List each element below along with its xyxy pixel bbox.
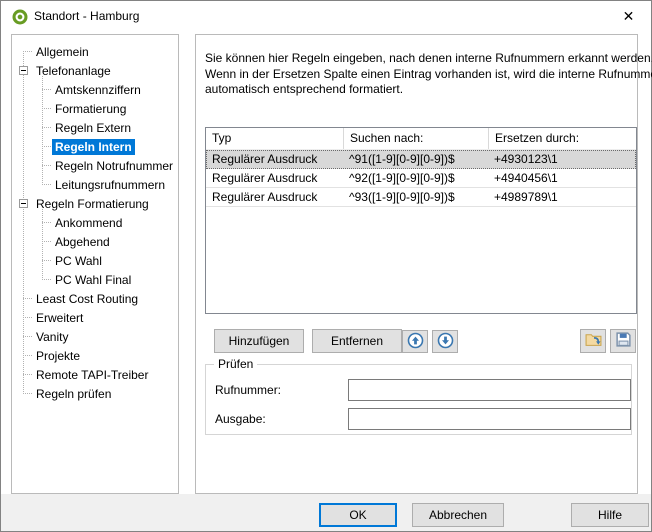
- help-button[interactable]: Hilfe: [571, 503, 649, 527]
- tree-item-regeln-intern[interactable]: Regeln Intern: [52, 137, 135, 156]
- tree-item-amtskennziffern[interactable]: Amtskennziffern: [52, 80, 144, 99]
- tree-connector-line: [42, 209, 43, 280]
- tree-item-regeln-pruefen[interactable]: Regeln prüfen: [33, 384, 114, 403]
- tree-item-pc-wahl-final[interactable]: PC Wahl Final: [52, 270, 134, 289]
- tree-item-regeln-notrufnummer[interactable]: Regeln Notrufnummer: [52, 156, 176, 175]
- rules-table-header: Typ Suchen nach: Ersetzen durch:: [206, 128, 636, 150]
- check-groupbox-title: Prüfen: [214, 357, 257, 371]
- table-row[interactable]: Regulärer Ausdruck ^91([1-9][0-9][0-9])$…: [206, 150, 636, 169]
- tree-item-telefonanlage[interactable]: Telefonanlage: [33, 61, 114, 80]
- rules-intern-page: Sie können hier Regeln eingeben, nach de…: [195, 34, 638, 494]
- phone-number-input[interactable]: [348, 379, 631, 401]
- tree-item-formatierung[interactable]: Formatierung: [52, 99, 129, 118]
- move-down-button[interactable]: [432, 330, 458, 353]
- tree-item-regeln-formatierung[interactable]: Regeln Formatierung: [33, 194, 152, 213]
- table-row[interactable]: Regulärer Ausdruck ^93([1-9][0-9][0-9])$…: [206, 188, 636, 207]
- rules-table[interactable]: Typ Suchen nach: Ersetzen durch: Regulär…: [205, 127, 637, 314]
- app-target-icon: [12, 9, 28, 25]
- output-label: Ausgabe:: [215, 412, 266, 426]
- tree-item-allgemein[interactable]: Allgemein: [33, 42, 92, 61]
- dialog-footer: OK Abbrechen Hilfe: [1, 494, 651, 531]
- output-input[interactable]: [348, 408, 631, 430]
- arrow-down-circle-icon: [437, 332, 454, 352]
- tree-item-pc-wahl[interactable]: PC Wahl: [52, 251, 105, 270]
- folder-import-icon: [585, 331, 602, 351]
- tree-connector-line: [23, 51, 24, 394]
- import-rules-button[interactable]: [580, 329, 606, 353]
- page-description: Sie können hier Regeln eingeben, nach de…: [205, 51, 652, 98]
- move-up-button[interactable]: [402, 330, 428, 353]
- minus-box-icon[interactable]: [19, 66, 28, 75]
- tree-item-least-cost-routing[interactable]: Least Cost Routing: [33, 289, 141, 308]
- floppy-save-icon: [615, 331, 632, 351]
- settings-tree-panel: Allgemein Telefonanlage Amtskennziffern …: [11, 34, 179, 494]
- remove-button[interactable]: Entfernen: [312, 329, 402, 353]
- tree-item-projekte[interactable]: Projekte: [33, 346, 83, 365]
- close-icon[interactable]: ✕: [606, 1, 651, 31]
- table-row[interactable]: Regulärer Ausdruck ^92([1-9][0-9][0-9])$…: [206, 169, 636, 188]
- tree-item-vanity[interactable]: Vanity: [33, 327, 71, 346]
- settings-tree: Allgemein Telefonanlage Amtskennziffern …: [12, 35, 178, 493]
- save-rules-button[interactable]: [610, 329, 636, 353]
- add-button[interactable]: Hinzufügen: [214, 329, 304, 353]
- column-header-typ[interactable]: Typ: [206, 128, 343, 149]
- tree-item-ankommend[interactable]: Ankommend: [52, 213, 125, 232]
- minus-box-icon[interactable]: [19, 199, 28, 208]
- tree-item-regeln-extern[interactable]: Regeln Extern: [52, 118, 134, 137]
- tree-item-erweitert[interactable]: Erweitert: [33, 308, 86, 327]
- window-title: Standort - Hamburg: [34, 9, 139, 23]
- cancel-button[interactable]: Abbrechen: [412, 503, 504, 527]
- title-bar: Standort - Hamburg ✕: [1, 1, 651, 32]
- phone-number-label: Rufnummer:: [215, 383, 281, 397]
- tree-item-leitungsrufnummern[interactable]: Leitungsrufnummern: [52, 175, 168, 194]
- tree-item-remote-tapi-treiber[interactable]: Remote TAPI-Treiber: [33, 365, 151, 384]
- arrow-up-circle-icon: [407, 332, 424, 352]
- check-groupbox: Prüfen Rufnummer: Ausgabe:: [205, 364, 632, 435]
- tree-item-abgehend[interactable]: Abgehend: [52, 232, 113, 251]
- column-header-ersetzen-durch[interactable]: Ersetzen durch:: [488, 128, 636, 149]
- column-header-suchen-nach[interactable]: Suchen nach:: [343, 128, 488, 149]
- ok-button[interactable]: OK: [319, 503, 397, 527]
- tree-connector-line: [42, 76, 43, 185]
